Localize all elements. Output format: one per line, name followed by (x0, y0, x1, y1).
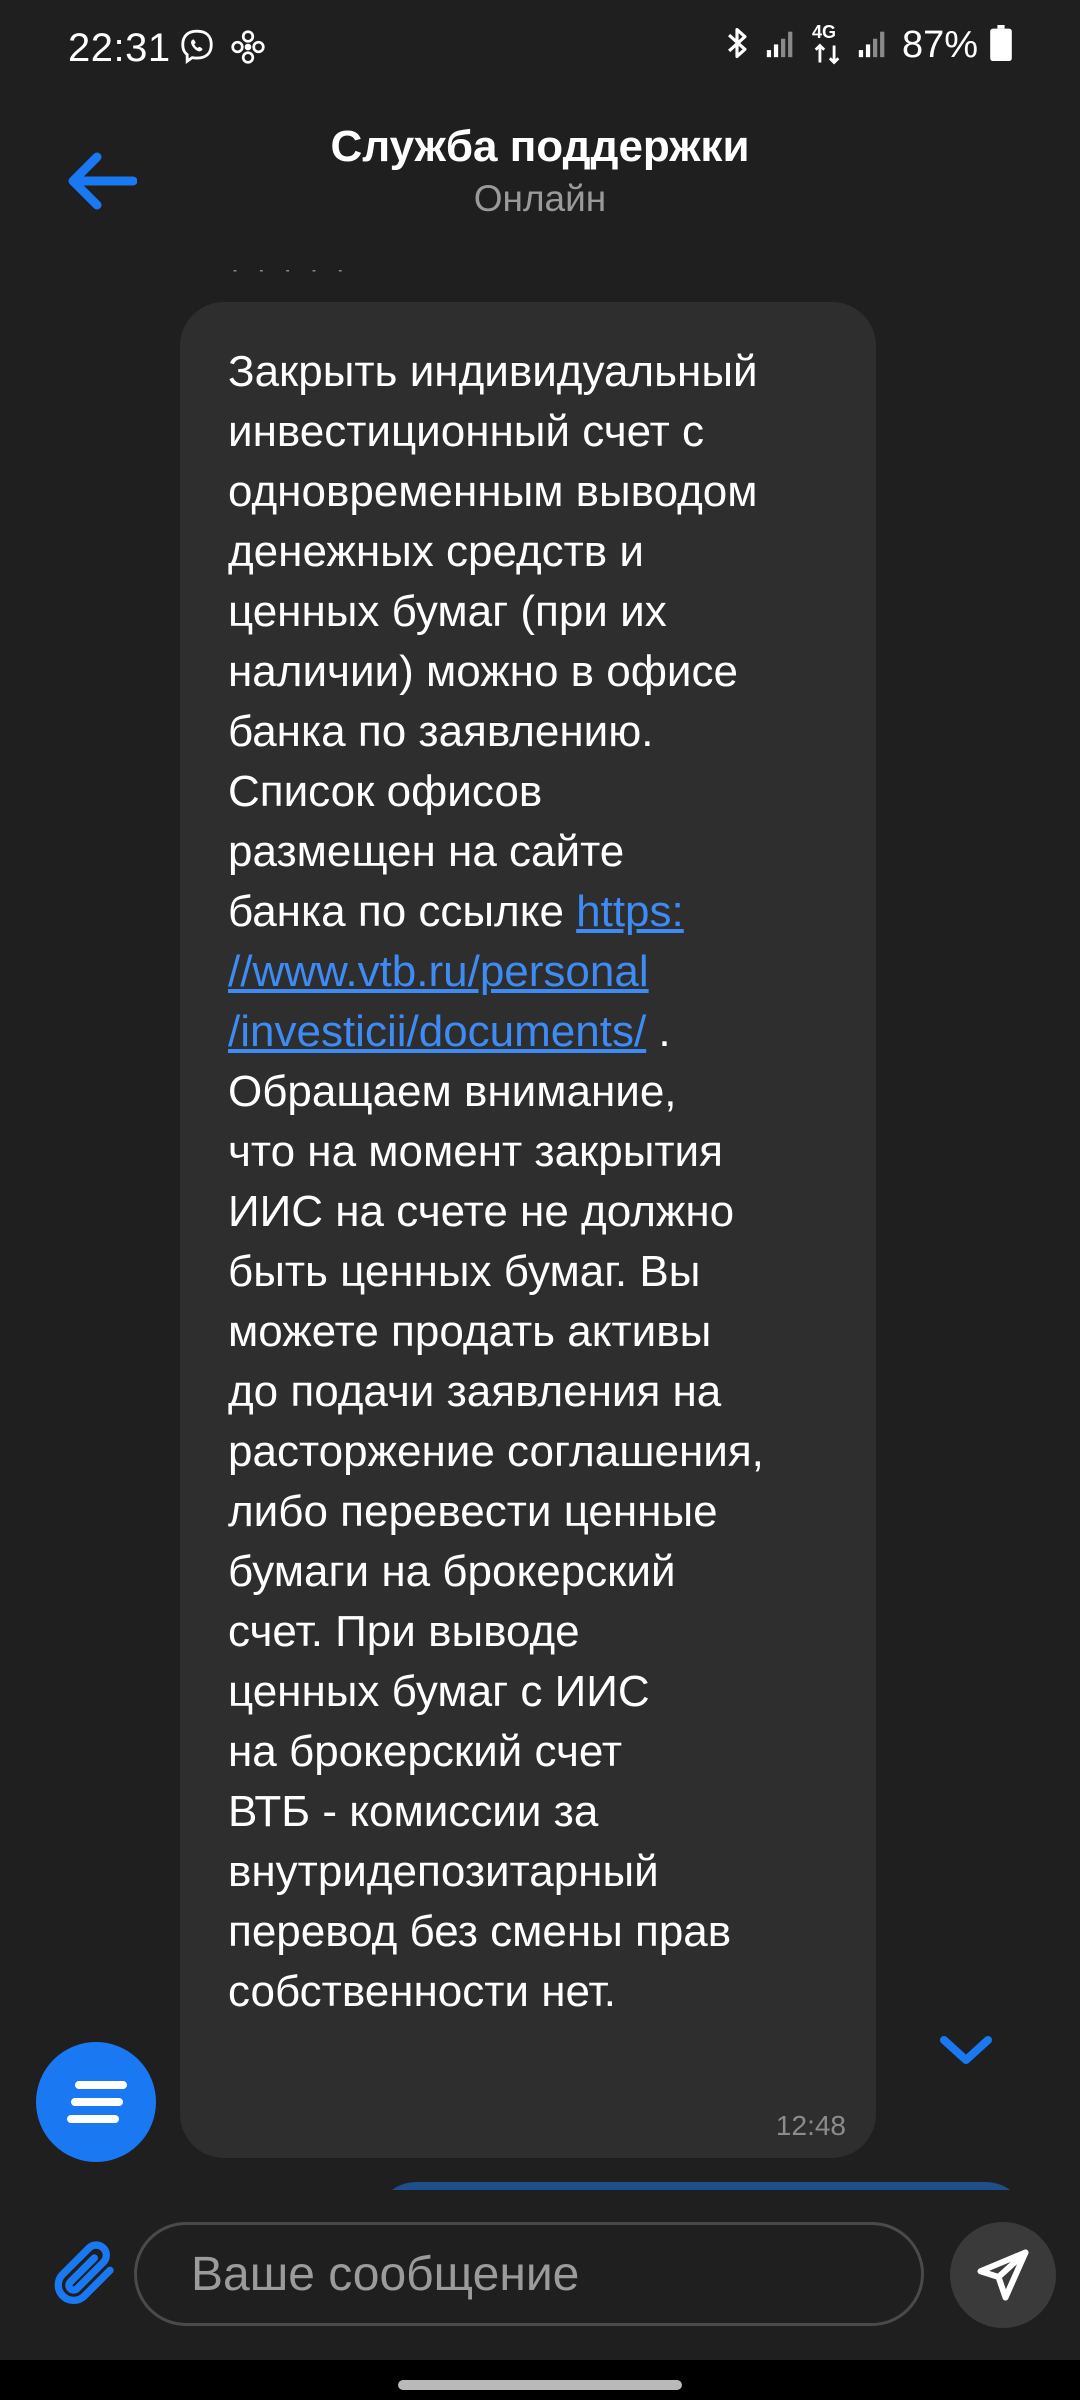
data-arrows-icon: 4G (810, 22, 844, 66)
chat-header: Служба поддержки Онлайн (0, 100, 1080, 270)
battery-icon (990, 25, 1012, 66)
previous-message-fragment: · · · · · (230, 270, 349, 278)
message-composer (0, 2192, 1080, 2360)
pinwheel-icon (230, 29, 266, 70)
signal-icon-secondary (856, 26, 890, 65)
message-list[interactable]: · · · · · Закрыть индивидуальный инвести… (0, 270, 1080, 2190)
menu-lines-icon (67, 2081, 127, 2123)
system-navigation-bar (0, 2360, 1080, 2400)
notification-icons (178, 28, 266, 71)
online-status: Онлайн (473, 178, 607, 219)
send-button[interactable] (950, 2222, 1056, 2328)
network-type-label: 4G (811, 21, 836, 42)
scroll-down-button[interactable] (936, 2020, 996, 2080)
quick-menu-button[interactable] (36, 2042, 156, 2162)
page-title: Служба поддержки (330, 122, 750, 171)
message-text: Закрыть индивидуальный инвестиционный сч… (228, 342, 828, 2022)
viber-icon (178, 28, 216, 71)
paperclip-icon (54, 2241, 114, 2305)
signal-icon (764, 26, 798, 65)
system-icons: 4G 87% (722, 22, 1012, 67)
status-bar: 22:31 4G 87% (0, 0, 1080, 100)
battery-percent: 87% (901, 24, 978, 66)
incoming-message[interactable]: Закрыть индивидуальный инвестиционный сч… (180, 302, 876, 2158)
message-text-after-link: . Обращаем внимание, что на момент закры… (228, 1007, 764, 2016)
bluetooth-icon (722, 24, 752, 67)
chevron-down-icon (940, 2036, 992, 2064)
message-text-before-link: Закрыть индивидуальный инвестиционный сч… (228, 347, 758, 936)
message-input[interactable] (134, 2222, 924, 2326)
message-timestamp: 12:48 (775, 2110, 846, 2141)
home-indicator[interactable] (398, 2380, 682, 2390)
chat-screen: 22:31 4G 87% Служба поддержки Онлайн Зак… (0, 0, 1080, 2400)
status-time: 22:31 (68, 26, 171, 70)
attach-button[interactable] (40, 2228, 130, 2318)
send-icon (977, 2249, 1029, 2301)
outgoing-message[interactable] (376, 2182, 1026, 2190)
